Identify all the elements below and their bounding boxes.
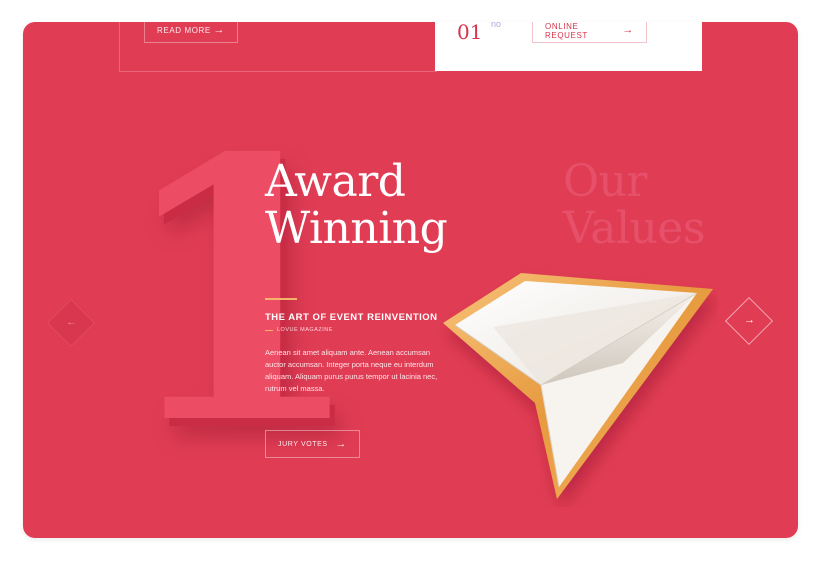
section-title: THE ART OF EVENT REINVENTION	[265, 312, 438, 323]
online-request-label: ONLINE REQUEST	[545, 22, 588, 40]
ghost-line-1: Our	[563, 156, 647, 207]
paper-plane-icon	[443, 273, 713, 499]
headline-line-2: Winning	[265, 203, 448, 254]
card-superscript: no	[491, 22, 502, 29]
body-paragraph: Aenean sit amet aliquam ante. Aenean acc…	[265, 348, 438, 393]
card-number: 01	[457, 22, 483, 44]
arrow-right-icon: →	[213, 24, 225, 36]
jury-votes-button[interactable]: JURY VOTES →	[265, 430, 360, 458]
headline: Award Winning	[265, 156, 448, 254]
headline-line-1: Award	[265, 156, 406, 207]
arrow-right-icon: →	[335, 437, 347, 450]
magazine-dash	[265, 329, 273, 331]
jury-votes-label: JURY VOTES	[278, 440, 328, 448]
magazine-label: LOVUE MAGAZINE	[277, 327, 333, 333]
arrow-left-icon[interactable]: ←	[66, 317, 77, 328]
online-request-button[interactable]: ONLINE REQUEST →	[532, 22, 647, 43]
read-more-label: READ MORE	[157, 26, 211, 35]
magazine-credit: LOVUE MAGAZINE	[265, 327, 333, 333]
read-more-button[interactable]: READ MORE →	[144, 22, 238, 43]
ghost-line-2: Values	[563, 203, 706, 254]
arrow-right-icon[interactable]: →	[744, 315, 755, 326]
arrow-right-icon: →	[622, 24, 634, 36]
hero-slider: READ MORE → 01 no ONLINE REQUEST → 1 Awa…	[23, 22, 798, 538]
accent-divider	[265, 298, 297, 300]
next-slide-headline: Our Values	[563, 156, 706, 254]
info-card: 01 no ONLINE REQUEST →	[435, 22, 702, 71]
